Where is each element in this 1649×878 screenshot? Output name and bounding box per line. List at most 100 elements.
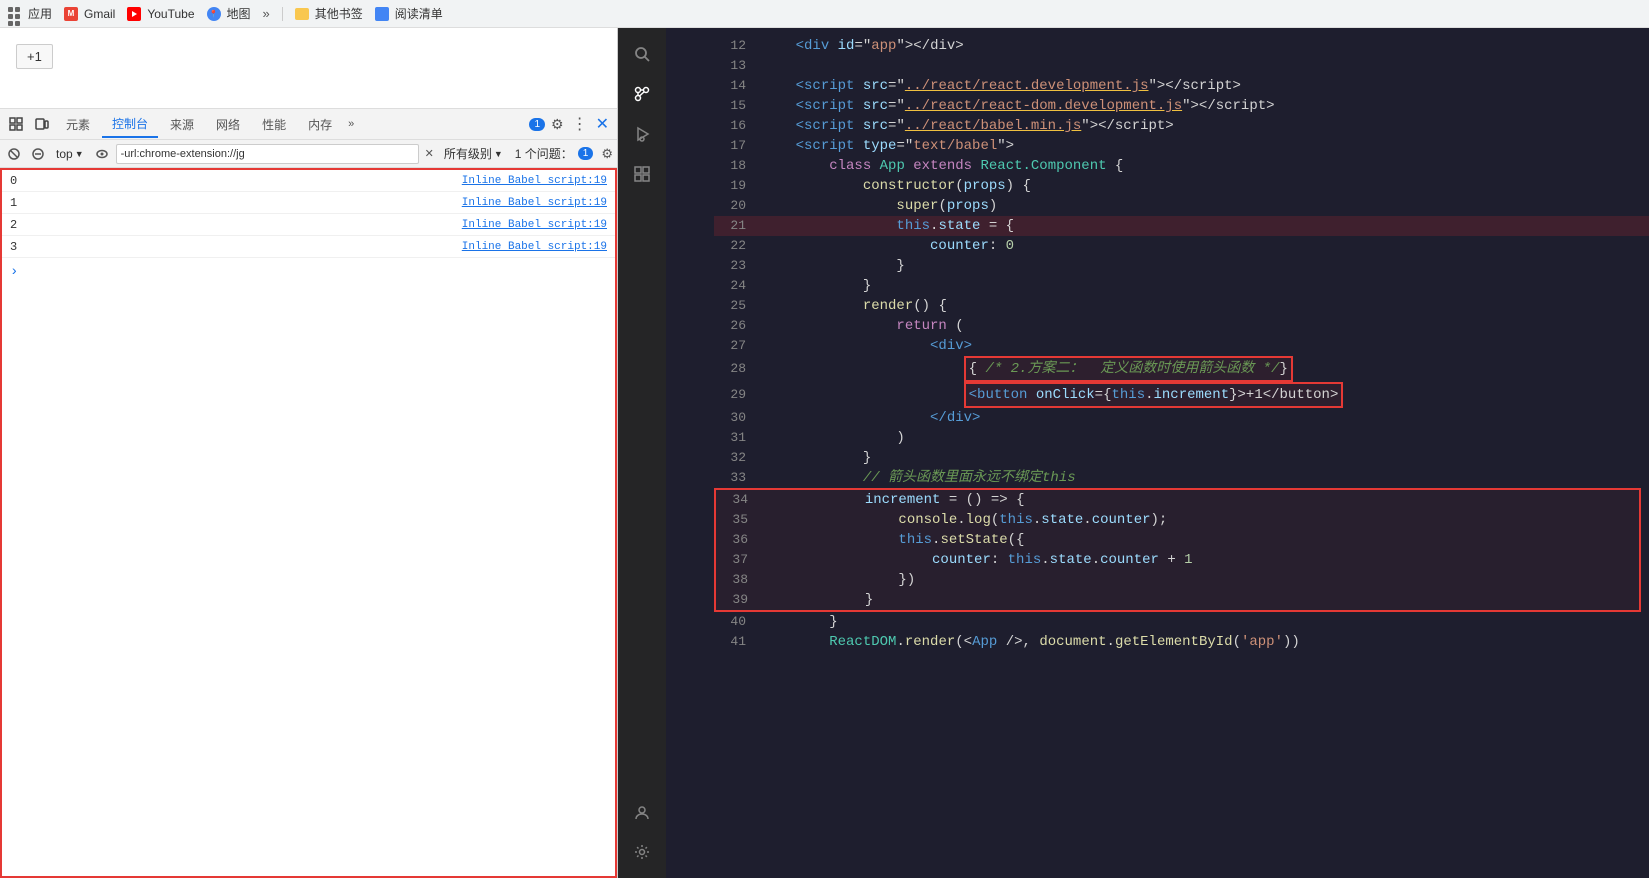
filter-clear-icon[interactable]: ✕ bbox=[423, 147, 436, 160]
tab-sources[interactable]: 来源 bbox=[160, 112, 204, 137]
console-source-2[interactable]: Inline Babel script:19 bbox=[462, 219, 607, 231]
console-row-0: 0 Inline Babel script:19 bbox=[2, 170, 615, 192]
code-line-37: 37 counter: this.state.counter + 1 bbox=[716, 550, 1639, 570]
console-prompt: › bbox=[2, 258, 615, 286]
browser-bar: 应用 M Gmail YouTube 📍 地图 » 其他书签 阅读清单 bbox=[0, 0, 1649, 28]
prompt-icon: › bbox=[10, 264, 18, 280]
clear-console-button[interactable] bbox=[4, 144, 24, 164]
apps-icon bbox=[8, 7, 22, 21]
youtube-tab[interactable]: YouTube bbox=[127, 7, 194, 21]
maps-label: 地图 bbox=[227, 5, 251, 22]
account-icon[interactable] bbox=[624, 794, 660, 830]
console-output: 0 Inline Babel script:19 1 Inline Babel … bbox=[0, 168, 617, 878]
console-source-0[interactable]: Inline Babel script:19 bbox=[462, 175, 607, 187]
console-row-2: 2 Inline Babel script:19 bbox=[2, 214, 615, 236]
code-line-39: 39 } bbox=[716, 590, 1639, 610]
code-line-40: 40 } bbox=[714, 612, 1649, 632]
source-control-icon[interactable] bbox=[624, 76, 660, 112]
tab-network[interactable]: 网络 bbox=[206, 112, 250, 137]
code-line-17: 17 <script type="text/babel"> bbox=[714, 136, 1649, 156]
console-filter-bar: top ▼ ✕ 所有级别 ▼ 1 个问题： 1 ⚙ bbox=[0, 140, 617, 168]
console-value-1: 1 bbox=[10, 196, 30, 210]
console-source-3[interactable]: Inline Babel script:19 bbox=[462, 241, 607, 253]
code-line-32: 32 } bbox=[714, 448, 1649, 468]
settings-sidebar-icon[interactable] bbox=[624, 834, 660, 870]
stop-recording-button[interactable] bbox=[28, 144, 48, 164]
eye-icon-button[interactable] bbox=[92, 144, 112, 164]
page-content: +1 bbox=[0, 28, 617, 108]
issues-badge-2: 1 bbox=[578, 147, 594, 160]
gmail-tab[interactable]: M Gmail bbox=[64, 7, 115, 21]
code-line-22: 22 counter: 0 bbox=[714, 236, 1649, 256]
console-settings-icon[interactable]: ⚙ bbox=[601, 146, 613, 162]
more-tabs[interactable]: » bbox=[263, 6, 270, 21]
issues-badge: 1 bbox=[529, 118, 545, 131]
reading-list-icon bbox=[375, 7, 389, 21]
console-value-2: 2 bbox=[10, 218, 30, 232]
divider bbox=[282, 7, 283, 21]
code-line-24: 24 } bbox=[714, 276, 1649, 296]
device-icon-button[interactable] bbox=[30, 112, 54, 136]
search-sidebar-icon[interactable] bbox=[624, 36, 660, 72]
folder-icon bbox=[295, 8, 309, 20]
tab-elements[interactable]: 元素 bbox=[56, 112, 100, 137]
code-line-33: 33 // 箭头函数里面永远不绑定this bbox=[714, 468, 1649, 488]
code-line-14: 14 <script src="../react/react.developme… bbox=[714, 76, 1649, 96]
context-dropdown-arrow: ▼ bbox=[75, 149, 84, 159]
level-label: 所有级别 bbox=[444, 145, 492, 162]
code-line-13: 13 bbox=[714, 56, 1649, 76]
tab-console[interactable]: 控制台 bbox=[102, 111, 158, 138]
settings-icon[interactable]: ⚙ bbox=[547, 116, 568, 133]
inspect-icon-button[interactable] bbox=[4, 112, 28, 136]
run-debug-icon[interactable] bbox=[624, 116, 660, 152]
code-line-25: 25 render() { bbox=[714, 296, 1649, 316]
apps-tab[interactable]: 应用 bbox=[8, 5, 52, 22]
console-source-1[interactable]: Inline Babel script:19 bbox=[462, 197, 607, 209]
maps-icon: 📍 bbox=[207, 7, 221, 21]
other-bookmarks[interactable]: 其他书签 bbox=[295, 5, 363, 22]
youtube-label: YouTube bbox=[147, 7, 194, 21]
issues-count: 1 个问题： 1 bbox=[511, 143, 598, 164]
maps-tab[interactable]: 📍 地图 bbox=[207, 5, 251, 22]
context-label: top bbox=[56, 147, 73, 161]
code-line-16: 16 <script src="../react/babel.min.js"><… bbox=[714, 116, 1649, 136]
code-line-31: 31 ) bbox=[714, 428, 1649, 448]
code-line-41: 41 ReactDOM.render(<App />, document.get… bbox=[714, 632, 1649, 652]
code-line-36: 36 this.setState({ bbox=[716, 530, 1639, 550]
tab-memory[interactable]: 内存 bbox=[298, 112, 342, 137]
tab-performance[interactable]: 性能 bbox=[252, 112, 296, 137]
more-options-icon[interactable]: ⋮ bbox=[570, 114, 590, 134]
apps-label: 应用 bbox=[28, 5, 52, 22]
code-line-18: 18 class App extends React.Component { bbox=[714, 156, 1649, 176]
plus-one-button[interactable]: +1 bbox=[16, 44, 53, 69]
gmail-icon: M bbox=[64, 7, 78, 21]
filter-input[interactable] bbox=[116, 144, 419, 164]
console-value-3: 3 bbox=[10, 240, 30, 254]
other-bookmarks-label: 其他书签 bbox=[315, 5, 363, 22]
close-devtools-icon[interactable]: ✕ bbox=[592, 114, 613, 134]
code-line-23: 23 } bbox=[714, 256, 1649, 276]
youtube-icon bbox=[127, 7, 141, 21]
code-line-27: 27 <div> bbox=[714, 336, 1649, 356]
code-area: 12 <div id="app"></div> 13 14 <script sr… bbox=[714, 28, 1649, 878]
red-box-block: 34 increment = () => { 35 console.log(th… bbox=[714, 488, 1641, 612]
code-line-35: 35 console.log(this.state.counter); bbox=[716, 510, 1639, 530]
reading-list-label: 阅读清单 bbox=[395, 5, 443, 22]
console-row-1: 1 Inline Babel script:19 bbox=[2, 192, 615, 214]
main-area: +1 元素 控制台 来源 网络 性能 bbox=[0, 28, 1649, 878]
devtools-toolbar: 元素 控制台 来源 网络 性能 内存 » 1 ⚙ ⋮ ✕ bbox=[0, 108, 617, 140]
more-devtools-tabs[interactable]: » bbox=[344, 114, 358, 134]
code-line-19: 19 constructor(props) { bbox=[714, 176, 1649, 196]
code-panel: 12 <div id="app"></div> 13 14 <script sr… bbox=[618, 28, 1649, 878]
code-line-28: 28 { /* 2.方案二： 定义函数时使用箭头函数 */} bbox=[714, 356, 1649, 382]
reading-list[interactable]: 阅读清单 bbox=[375, 5, 443, 22]
code-line-29: 29 <button onClick={this.increment}>+1</… bbox=[714, 382, 1649, 408]
level-dropdown[interactable]: 所有级别 ▼ bbox=[440, 143, 507, 164]
code-line-20: 20 super(props) bbox=[714, 196, 1649, 216]
code-line-26: 26 return ( bbox=[714, 316, 1649, 336]
console-value-0: 0 bbox=[10, 174, 30, 188]
code-line-38: 38 }) bbox=[716, 570, 1639, 590]
context-dropdown[interactable]: top ▼ bbox=[52, 145, 88, 163]
extensions-icon[interactable] bbox=[624, 156, 660, 192]
code-line-34: 34 increment = () => { bbox=[716, 490, 1639, 510]
